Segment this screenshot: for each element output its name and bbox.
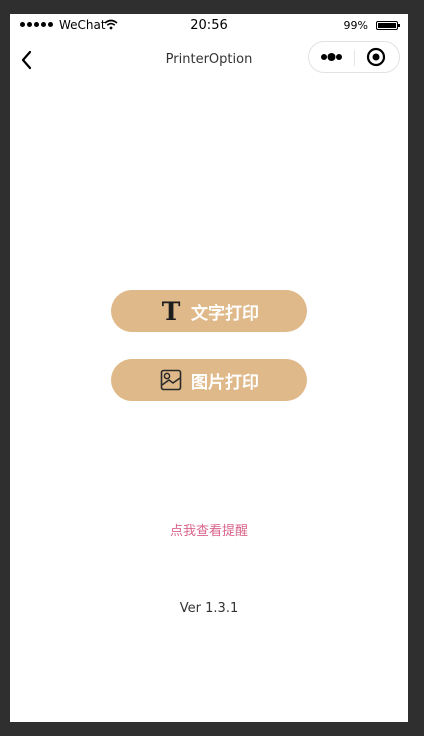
more-button[interactable] (309, 42, 354, 72)
target-circle-icon (366, 47, 386, 67)
view-reminder-link[interactable]: 点我查看提醒 (10, 520, 408, 539)
close-button[interactable] (354, 42, 399, 72)
mini-program-capsule (308, 41, 400, 73)
image-print-label: 图片打印 (191, 372, 259, 393)
text-print-label: 文字打印 (191, 303, 259, 324)
battery-percent: 99% (343, 19, 368, 32)
phone-screen: WeChat 20:56 99% PrinterOption T 文字打印 图片… (10, 14, 408, 722)
text-t-icon: T (161, 296, 181, 326)
text-print-button[interactable]: T 文字打印 (111, 290, 307, 332)
navigation-bar: PrinterOption (10, 38, 408, 82)
battery-icon (376, 21, 400, 30)
battery-level-fill (378, 23, 396, 28)
version-label: Ver 1.3.1 (179, 601, 239, 616)
image-print-button[interactable]: 图片打印 (111, 359, 307, 401)
image-icon (159, 368, 183, 392)
more-dots-icon (321, 53, 342, 61)
status-bar: WeChat 20:56 99% (10, 14, 408, 38)
